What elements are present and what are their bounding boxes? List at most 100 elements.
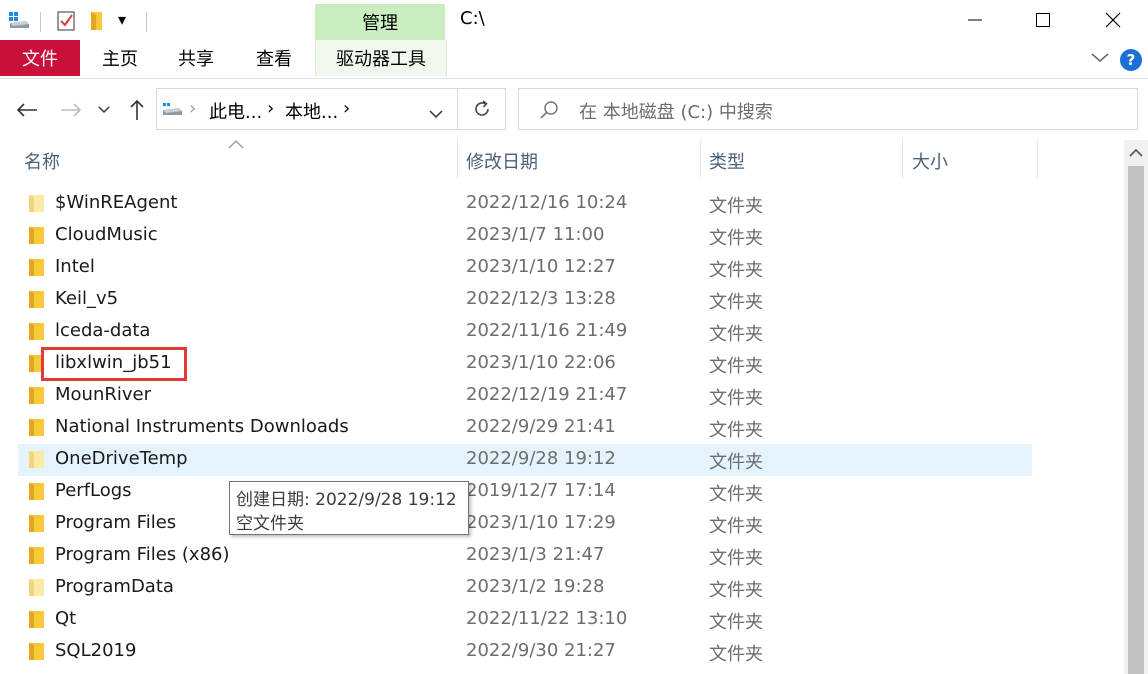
window-title: C:\ <box>460 8 485 29</box>
breadcrumb-local-disk[interactable]: 本地... <box>285 98 338 124</box>
file-row[interactable]: lceda-data 2022/11/16 21:49 文件夹 <box>18 316 1032 348</box>
scrollbar-thumb[interactable] <box>1128 166 1144 674</box>
column-header-name[interactable]: 名称 <box>24 148 60 174</box>
file-row[interactable]: ProgramData 2023/1/2 19:28 文件夹 <box>18 572 1032 604</box>
properties-icon[interactable] <box>56 10 76 36</box>
file-type: 文件夹 <box>709 356 763 377</box>
search-icon <box>539 100 559 124</box>
file-type: 文件夹 <box>709 196 763 217</box>
scroll-up-icon[interactable] <box>1129 148 1143 157</box>
file-name: Program Files (x86) <box>55 544 230 565</box>
file-type: 文件夹 <box>709 292 763 313</box>
file-modified: 2023/1/10 22:06 <box>466 352 616 373</box>
file-name: SQL2019 <box>55 640 137 661</box>
file-modified: 2022/12/3 13:28 <box>466 288 616 309</box>
file-modified: 2022/12/16 10:24 <box>466 192 628 213</box>
folder-icon <box>29 259 44 276</box>
file-modified: 2022/9/30 21:27 <box>466 640 616 661</box>
file-row[interactable]: Intel 2023/1/10 12:27 文件夹 <box>18 252 1032 284</box>
file-type: 文件夹 <box>709 484 763 505</box>
breadcrumb-this-pc[interactable]: 此电... <box>209 98 262 124</box>
search-box[interactable]: 在 本地磁盘 (C:) 中搜索 <box>518 88 1138 130</box>
close-button[interactable] <box>1078 0 1148 40</box>
file-modified: 2023/1/10 17:29 <box>466 512 616 533</box>
file-modified: 2022/11/16 21:49 <box>466 320 628 341</box>
refresh-icon <box>474 100 489 116</box>
folder-icon <box>29 195 44 212</box>
folder-icon <box>29 387 44 404</box>
file-modified: 2022/12/19 21:47 <box>466 384 628 405</box>
file-type: 文件夹 <box>709 452 763 473</box>
recent-locations-button[interactable] <box>92 92 116 128</box>
folder-icon <box>29 483 44 500</box>
crumb-separator[interactable]: › <box>267 98 274 119</box>
customize-quick-access-icon[interactable]: ▾ <box>118 10 126 29</box>
file-modified: 2022/9/29 21:41 <box>466 416 616 437</box>
column-separator[interactable] <box>457 140 458 178</box>
tab-home[interactable]: 主页 <box>88 40 152 76</box>
file-modified: 2023/1/3 21:47 <box>466 544 605 565</box>
back-button[interactable] <box>12 92 42 128</box>
new-folder-icon[interactable] <box>88 10 106 36</box>
forward-button[interactable] <box>56 92 86 128</box>
folder-tooltip: 创建日期: 2022/9/28 19:12 空文件夹 <box>229 481 469 535</box>
file-row[interactable]: Qt 2022/11/22 13:10 文件夹 <box>18 604 1032 636</box>
file-type: 文件夹 <box>709 644 763 665</box>
file-name: $WinREAgent <box>55 192 178 213</box>
file-row[interactable]: PerfLogs 2019/12/7 17:14 文件夹 <box>18 476 1032 508</box>
minimize-icon <box>968 19 982 21</box>
folder-icon <box>29 579 44 596</box>
file-row[interactable]: Keil_v5 2022/12/3 13:28 文件夹 <box>18 284 1032 316</box>
folder-icon <box>29 515 44 532</box>
vertical-scrollbar[interactable] <box>1124 140 1148 674</box>
file-row-hovered[interactable]: OneDriveTemp 2022/9/28 19:12 文件夹 <box>18 444 1032 476</box>
file-row[interactable]: MounRiver 2022/12/19 21:47 文件夹 <box>18 380 1032 412</box>
context-group-manage: 管理 <box>315 4 445 40</box>
file-name: Qt <box>55 608 77 629</box>
ribbon-divider <box>0 78 1148 79</box>
chevron-down-icon <box>429 110 443 119</box>
up-button[interactable] <box>122 92 152 128</box>
file-modified: 2022/11/22 13:10 <box>466 608 628 629</box>
search-placeholder: 在 本地磁盘 (C:) 中搜索 <box>579 102 773 123</box>
file-name: Program Files <box>55 512 177 533</box>
column-separator[interactable] <box>902 140 903 178</box>
file-name: CloudMusic <box>55 224 158 245</box>
address-dropdown-button[interactable] <box>429 104 443 123</box>
file-row[interactable]: Program Files 2023/1/10 17:29 文件夹 <box>18 508 1032 540</box>
chevron-down-icon <box>98 106 110 114</box>
file-row[interactable]: CloudMusic 2023/1/7 11:00 文件夹 <box>18 220 1032 252</box>
column-separator[interactable] <box>700 140 701 178</box>
file-type: 文件夹 <box>709 548 763 569</box>
tab-view[interactable]: 查看 <box>242 40 306 76</box>
ribbon-collapse-button[interactable] <box>1088 46 1112 70</box>
minimize-button[interactable] <box>940 0 1010 40</box>
column-header-modified[interactable]: 修改日期 <box>466 148 538 174</box>
close-icon <box>1105 12 1121 28</box>
tab-file[interactable]: 文件 <box>0 40 80 76</box>
file-modified: 2019/12/7 17:14 <box>466 480 616 501</box>
address-bar[interactable]: › 此电... › 本地... › <box>156 88 458 130</box>
column-header-size[interactable]: 大小 <box>912 148 948 174</box>
file-row[interactable]: SQL2019 2022/9/30 21:27 文件夹 <box>18 636 1032 668</box>
file-row[interactable]: National Instruments Downloads 2022/9/29… <box>18 412 1032 444</box>
help-button[interactable]: ? <box>1120 49 1142 71</box>
column-separator[interactable] <box>1037 140 1038 178</box>
tooltip-created-date: 创建日期: 2022/9/28 19:12 <box>236 490 457 510</box>
arrow-right-icon <box>61 103 82 117</box>
maximize-button[interactable] <box>1008 0 1078 40</box>
arrow-left-icon <box>16 103 37 117</box>
column-header-type[interactable]: 类型 <box>709 148 745 174</box>
folder-icon <box>29 643 44 660</box>
file-type: 文件夹 <box>709 612 763 633</box>
toolbar-separator <box>40 12 41 32</box>
folder-icon <box>29 451 44 468</box>
file-row[interactable]: $WinREAgent 2022/12/16 10:24 文件夹 <box>18 188 1032 220</box>
refresh-button[interactable] <box>458 88 506 130</box>
file-row[interactable]: Program Files (x86) 2023/1/3 21:47 文件夹 <box>18 540 1032 572</box>
tab-drive-tools[interactable]: 驱动器工具 <box>315 40 447 76</box>
folder-icon <box>29 323 44 340</box>
tab-share[interactable]: 共享 <box>164 40 228 76</box>
crumb-separator[interactable]: › <box>343 98 350 119</box>
file-type: 文件夹 <box>709 228 763 249</box>
